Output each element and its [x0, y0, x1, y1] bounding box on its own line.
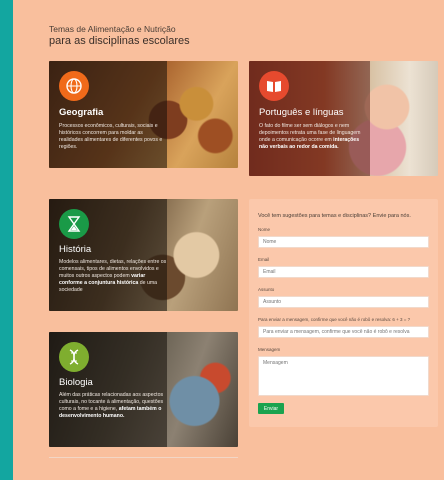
name-field[interactable] — [258, 236, 429, 248]
card-geografia[interactable]: Geografia Processos econômicos, culturai… — [49, 61, 238, 168]
subject-field[interactable] — [258, 296, 429, 308]
card-title: Biologia — [59, 377, 93, 388]
hourglass-icon — [59, 209, 89, 239]
card-description: Modelos alimentares, dietas, relações en… — [59, 259, 169, 294]
desc-text: Modelos alimentares, dietas, relações en… — [59, 259, 167, 279]
card-title: História — [59, 244, 92, 255]
globe-icon — [59, 71, 89, 101]
card-description: Processos econômicos, culturais, sociais… — [59, 123, 163, 150]
card-description: Além das práticas relacionadas aos aspec… — [59, 392, 169, 420]
message-field[interactable] — [258, 356, 429, 396]
page-header: Temas de Alimentação e Nutrição para as … — [49, 24, 190, 48]
divider — [49, 457, 238, 458]
card-historia[interactable]: História Modelos alimentares, dietas, re… — [49, 199, 238, 311]
page-title-line1: Temas de Alimentação e Nutrição — [49, 24, 176, 34]
email-field[interactable] — [258, 266, 429, 278]
captcha-field[interactable] — [258, 326, 429, 338]
card-biologia[interactable]: Biologia Além das práticas relacionadas … — [49, 332, 238, 447]
card-portugues[interactable]: Português e línguas O fato do filme ser … — [249, 61, 438, 176]
side-accent-stripe — [0, 0, 13, 480]
subject-label: Assunto — [258, 287, 275, 292]
card-title: Português e línguas — [259, 107, 344, 118]
message-label: Mensagem — [258, 347, 281, 352]
form-intro: Você tem sugestões para temas e discipli… — [258, 213, 411, 219]
name-label: Nome — [258, 227, 271, 232]
dna-icon — [59, 342, 89, 372]
page-title-line2: para as disciplinas escolares — [49, 35, 190, 47]
card-title: Geografia — [59, 107, 104, 118]
email-label: Email — [258, 257, 270, 262]
captcha-label: Para enviar a mensagem, confirme que voc… — [258, 317, 411, 322]
card-description: O fato do filme ser sem diálogos e nem d… — [259, 123, 367, 151]
suggestion-form: Você tem sugestões para temas e discipli… — [249, 199, 438, 427]
book-icon — [259, 71, 289, 101]
submit-button[interactable]: Enviar — [258, 403, 284, 414]
